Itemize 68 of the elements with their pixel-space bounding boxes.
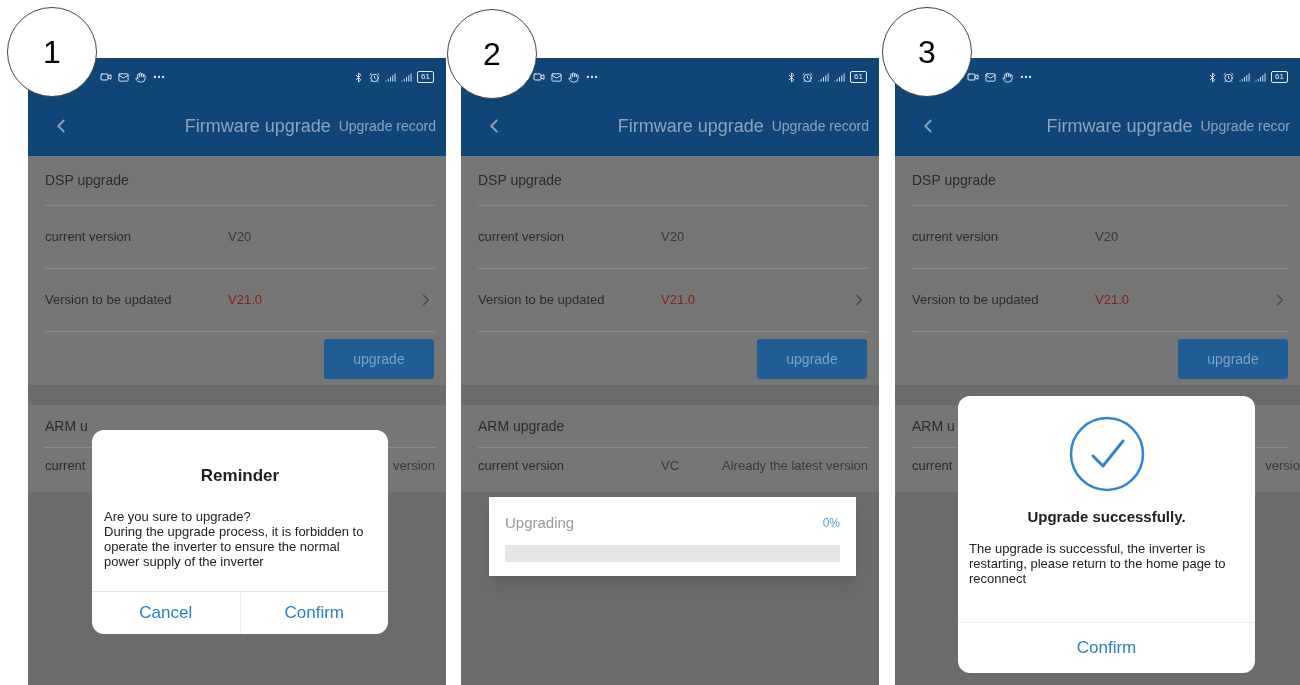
version-value: VC [661, 457, 680, 475]
version-value: V21.0 [661, 291, 695, 310]
status-note: Already the latest version [722, 457, 868, 475]
version-value: V20 [661, 228, 685, 247]
mail-icon [551, 71, 562, 83]
page-title: Firmware upgrade [184, 114, 331, 138]
signal-icon [834, 71, 846, 83]
row-label: current version [478, 228, 565, 247]
mail-icon [985, 71, 996, 83]
section-title: DSP upgrade [45, 171, 129, 190]
status-note: version [393, 457, 435, 475]
checkmark-icon [1068, 416, 1145, 492]
version-value: V21.0 [1095, 291, 1129, 310]
step-number: 1 [7, 7, 97, 97]
page-title: Firmware upgrade [1046, 114, 1193, 138]
version-value: V21.0 [228, 291, 262, 310]
status-note: versio [1265, 457, 1300, 475]
step-number: 3 [882, 7, 972, 97]
row-label: Version to be updated [912, 291, 1040, 310]
section-title: ARM u [45, 416, 88, 436]
upgrade-button[interactable]: upgrade [324, 339, 434, 379]
dialog-button[interactable]: Confirm [958, 623, 1255, 673]
signal-icon [401, 71, 413, 83]
row-label: Version to be updated [478, 291, 606, 310]
signal-icon [1255, 71, 1267, 83]
battery-level: 61 [417, 71, 434, 83]
upgrade-button[interactable]: upgrade [757, 339, 867, 379]
hand-icon [568, 71, 579, 83]
version-value: V20 [228, 228, 252, 247]
signal-icon [1239, 71, 1251, 83]
progress-label: Upgrading [505, 513, 575, 533]
section-title: DSP upgrade [478, 171, 562, 190]
step-number: 2 [447, 9, 537, 99]
row-label: current [912, 457, 954, 475]
hand-icon [135, 71, 146, 83]
dialog-button[interactable]: Cancel [92, 591, 240, 634]
row-label: current version [912, 228, 999, 247]
dialog-title: Upgrade successfully. [1027, 507, 1186, 527]
dialog-button[interactable]: Confirm [239, 591, 388, 634]
row-label: current version [45, 228, 132, 247]
upgrade-record-link[interactable]: Upgrade record [338, 115, 436, 137]
section-title: ARM upgrade [478, 416, 565, 436]
upgrade-button[interactable]: upgrade [1178, 339, 1288, 379]
row-label: Version to be updated [45, 291, 173, 310]
section-title: DSP upgrade [912, 171, 996, 190]
video-icon [533, 71, 545, 83]
section-title: ARM u [912, 416, 955, 436]
battery-level: 61 [850, 71, 867, 83]
hand-icon [1002, 71, 1013, 83]
alarm-icon [1223, 71, 1235, 83]
dialog-message: The upgrade is successful, the inverter is restarting, please return to the home page to reconnect [969, 540, 1227, 586]
battery-level: 61 [1271, 71, 1288, 83]
video-icon [967, 71, 979, 83]
signal-icon [818, 71, 830, 83]
version-value: V20 [1095, 228, 1119, 247]
upgrade-record-link[interactable]: Upgrade record [771, 115, 869, 137]
mail-icon [118, 71, 129, 83]
upgrade-record-link[interactable]: Upgrade recor [1200, 115, 1290, 137]
alarm-icon [802, 71, 814, 83]
row-label: current version [478, 457, 565, 475]
signal-icon [385, 71, 397, 83]
progress-percent: 0% [822, 515, 840, 533]
alarm-icon [369, 71, 381, 83]
video-icon [100, 71, 112, 83]
dialog-title: Reminder [199, 465, 281, 487]
page-title: Firmware upgrade [617, 114, 764, 138]
dialog-message: Are you sure to upgrade? [104, 508, 252, 524]
dialog-message: During the upgrade process, it is forbidden to operate the inverter to ensure the normal power supply of the inverter [104, 523, 365, 569]
